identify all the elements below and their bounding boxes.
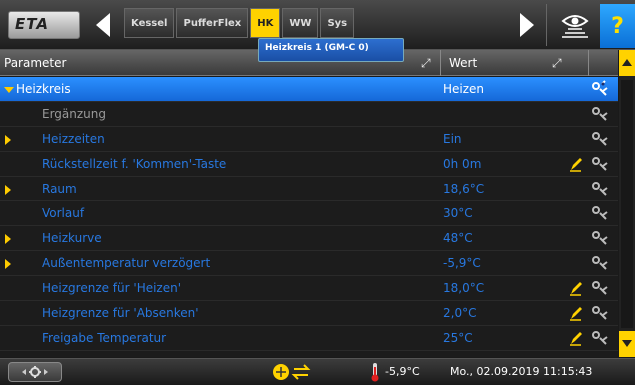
settings-button[interactable] — [8, 362, 62, 382]
expand-arrow-icon[interactable] — [5, 184, 11, 195]
tab-ww[interactable]: WW — [282, 8, 319, 38]
table-row[interactable]: Rückstellzeit f. 'Kommen'-Taste 0h 0m — [0, 152, 618, 177]
wrench-gear-icon[interactable] — [590, 80, 608, 98]
parameter-name: Heizzeiten — [42, 131, 105, 146]
table-row[interactable]: Heizgrenze für 'Absenken' 2,0°C — [0, 301, 618, 326]
thermometer-icon — [371, 363, 379, 382]
arrow-up-icon — [622, 59, 632, 66]
expand-arrow-icon[interactable] — [5, 259, 11, 270]
table-row[interactable]: Raum 18,6°C — [0, 177, 618, 202]
parameter-value: 48°C — [443, 231, 473, 246]
outdoor-temperature: -5,9°C — [385, 365, 420, 378]
parameter-list: Heizkreis Heizen Ergänzung Heizzeiten Ei… — [0, 77, 618, 357]
chevron-right-icon — [520, 13, 534, 37]
table-row[interactable]: Heizzeiten Ein — [0, 127, 618, 152]
network-sync-icon[interactable] — [270, 361, 312, 383]
logo-text: ETA — [15, 15, 49, 33]
arrow-down-icon — [622, 340, 632, 347]
parameter-value: 30°C — [443, 206, 473, 221]
collapse-arrow-icon[interactable] — [4, 87, 14, 93]
parameter-value: Ein — [443, 131, 462, 146]
next-button[interactable] — [512, 8, 542, 42]
parameter-value: 0h 0m — [443, 156, 482, 171]
tab-kessel[interactable]: Kessel — [124, 8, 175, 38]
column-header-wert[interactable]: Wert — [449, 56, 477, 70]
pencil-icon[interactable] — [569, 280, 583, 296]
parameter-name: Freigabe Temperatur — [42, 330, 167, 345]
parameter-value: Heizen — [443, 82, 485, 96]
scroll-track[interactable] — [621, 80, 633, 328]
parameter-name: Heizgrenze für 'Absenken' — [42, 306, 199, 321]
scroll-down-button[interactable] — [619, 331, 635, 357]
table-row[interactable]: Außentemperatur verzögert -5,9°C — [0, 251, 618, 277]
wrench-gear-icon[interactable] — [590, 155, 608, 173]
parameter-value: 2,0°C — [443, 306, 477, 321]
table-row[interactable]: Heizkreis Heizen — [0, 77, 618, 102]
column-header-parameter[interactable]: Parameter — [4, 56, 66, 70]
parameter-name: Rückstellzeit f. 'Kommen'-Taste — [42, 156, 227, 171]
parameter-value: 18,6°C — [443, 181, 485, 196]
tab-hk[interactable]: HK — [250, 8, 281, 38]
table-row[interactable]: Vorlauf 30°C — [0, 201, 618, 227]
parameter-name: Vorlauf — [42, 206, 85, 221]
tab-bar: Kessel PufferFlex HK WW Sys — [124, 8, 356, 38]
parameter-value: 25°C — [443, 330, 473, 345]
wrench-gear-icon[interactable] — [590, 229, 608, 247]
parameter-name: Heizkreis — [16, 82, 71, 96]
parameter-name: Außentemperatur verzögert — [42, 256, 211, 271]
wrench-gear-icon[interactable] — [590, 329, 608, 347]
parameter-name: Ergänzung — [42, 106, 107, 121]
table-row[interactable]: Heizgrenze für 'Heizen' 18,0°C — [0, 276, 618, 302]
wrench-gear-icon[interactable] — [590, 254, 608, 272]
top-toolbar: ETA Kessel PufferFlex HK WW Sys Heizkrei… — [0, 0, 635, 62]
help-button[interactable]: ? — [600, 4, 635, 48]
wrench-gear-icon[interactable] — [590, 279, 608, 297]
table-row[interactable]: Freigabe Temperatur 25°C — [0, 326, 618, 351]
previous-button[interactable] — [88, 8, 118, 42]
scroll-up-button[interactable] — [619, 50, 635, 76]
parameter-value: -5,9°C — [443, 256, 481, 271]
view-button[interactable] — [556, 6, 594, 44]
wrench-gear-icon[interactable] — [590, 105, 608, 123]
expand-column-icon[interactable]: ⤢ — [552, 56, 562, 71]
chevron-left-icon — [96, 13, 110, 37]
eta-logo: ETA — [8, 11, 80, 39]
parameter-name: Raum — [42, 181, 77, 196]
column-divider — [588, 50, 589, 76]
eye-icon — [561, 15, 589, 38]
parameter-name: Heizgrenze für 'Heizen' — [42, 281, 182, 296]
parameter-name: Heizkurve — [42, 231, 102, 246]
wrench-gear-icon[interactable] — [590, 180, 608, 198]
tab-sys[interactable]: Sys — [320, 8, 355, 38]
datetime-display: Mo., 02.09.2019 11:15:43 — [450, 365, 593, 378]
pencil-icon[interactable] — [569, 305, 583, 321]
expand-column-icon[interactable]: ⤢ — [421, 56, 431, 71]
expand-arrow-icon[interactable] — [5, 134, 11, 145]
status-bar: -5,9°C Mo., 02.09.2019 11:15:43 — [0, 358, 635, 385]
parameter-value: 18,0°C — [443, 281, 485, 296]
wrench-gear-icon[interactable] — [590, 130, 608, 148]
table-row[interactable]: Heizkurve 48°C — [0, 226, 618, 252]
wrench-gear-icon[interactable] — [590, 204, 608, 222]
column-divider — [440, 50, 441, 76]
tab-pufferflex[interactable]: PufferFlex — [176, 8, 249, 38]
table-row[interactable]: Ergänzung — [0, 102, 618, 127]
toolbar-divider — [546, 4, 547, 46]
expand-arrow-icon[interactable] — [5, 234, 11, 245]
pencil-icon[interactable] — [569, 156, 583, 172]
gear-icon — [22, 366, 48, 378]
scrollbar[interactable] — [619, 50, 635, 357]
pencil-icon[interactable] — [569, 330, 583, 346]
tab-tooltip: Heizkreis 1 (GM-C 0) — [258, 38, 404, 62]
wrench-gear-icon[interactable] — [590, 304, 608, 322]
